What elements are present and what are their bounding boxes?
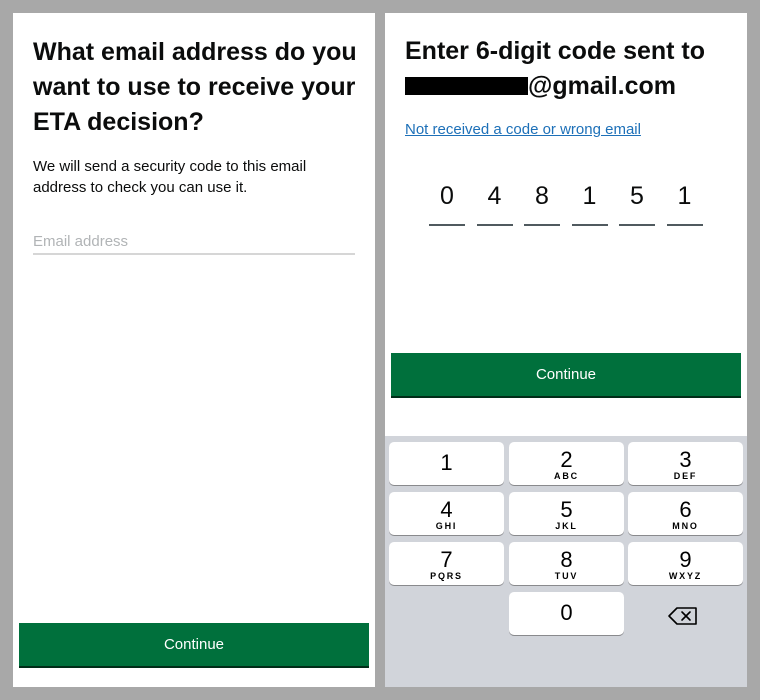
key-6[interactable]: 6 MNO (628, 492, 743, 535)
continue-button[interactable]: Continue (391, 353, 741, 396)
hint-text: We will send a security code to this ema… (33, 158, 307, 196)
key-letters: DEF (673, 471, 698, 481)
key-digit: 7 (440, 547, 453, 572)
key-3[interactable]: 3 DEF (628, 442, 743, 485)
key-digit: 4 (440, 497, 453, 522)
page-title: Enter 6-digit code sent to @gmail.com (405, 34, 735, 104)
page-title: What email address do you want to use to… (33, 38, 357, 136)
code-digit-1[interactable]: 0 (429, 178, 465, 226)
code-digit-5[interactable]: 5 (619, 178, 655, 226)
resend-code-link[interactable]: Not received a code or wrong email (405, 121, 641, 138)
key-digit: 9 (679, 547, 692, 572)
key-digit: 2 (560, 447, 573, 472)
key-letters: MNO (672, 521, 699, 531)
key-1[interactable]: 1 (389, 442, 504, 485)
key-digit: 3 (679, 447, 692, 472)
continue-button[interactable]: Continue (19, 623, 369, 666)
key-9[interactable]: 9 WXYZ (628, 542, 743, 585)
redacted-email-block (405, 77, 528, 95)
code-digit-3[interactable]: 8 (524, 178, 560, 226)
key-digit: 5 (560, 497, 573, 522)
key-4[interactable]: 4 GHI (389, 492, 504, 535)
key-5[interactable]: 5 JKL (509, 492, 624, 535)
code-screen: Enter 6-digit code sent to @gmail.com No… (385, 13, 747, 687)
key-letters: JKL (555, 521, 578, 531)
numeric-keyboard: 1 2 ABC 3 DEF 4 GHI 5 JKL 6 MNO 7 PQRS 8… (385, 436, 747, 687)
code-digit-4[interactable]: 1 (571, 178, 608, 226)
backspace-icon[interactable] (665, 601, 705, 631)
key-7[interactable]: 7 PQRS (389, 542, 504, 585)
email-field[interactable] (33, 229, 355, 255)
code-input-group: 0 4 8 1 5 1 (429, 178, 703, 226)
email-domain: @gmail.com (528, 72, 677, 100)
email-screen: What email address do you want to use to… (13, 13, 375, 687)
key-digit: 0 (560, 600, 573, 625)
key-letters: ABC (554, 471, 579, 481)
key-8[interactable]: 8 TUV (509, 542, 624, 585)
key-digit: 6 (679, 497, 692, 522)
key-letters: GHI (435, 521, 458, 531)
key-letters: WXYZ (668, 571, 703, 581)
code-digit-2[interactable]: 4 (476, 178, 513, 226)
heading-line: Enter 6-digit code sent to (405, 37, 706, 65)
key-2[interactable]: 2 ABC (509, 442, 624, 485)
key-digit: 1 (440, 450, 453, 475)
code-digit-6[interactable]: 1 (666, 178, 703, 226)
key-0[interactable]: 0 (509, 592, 624, 635)
key-digit: 8 (560, 547, 573, 572)
key-letters: TUV (554, 571, 579, 581)
key-letters: PQRS (430, 571, 463, 581)
